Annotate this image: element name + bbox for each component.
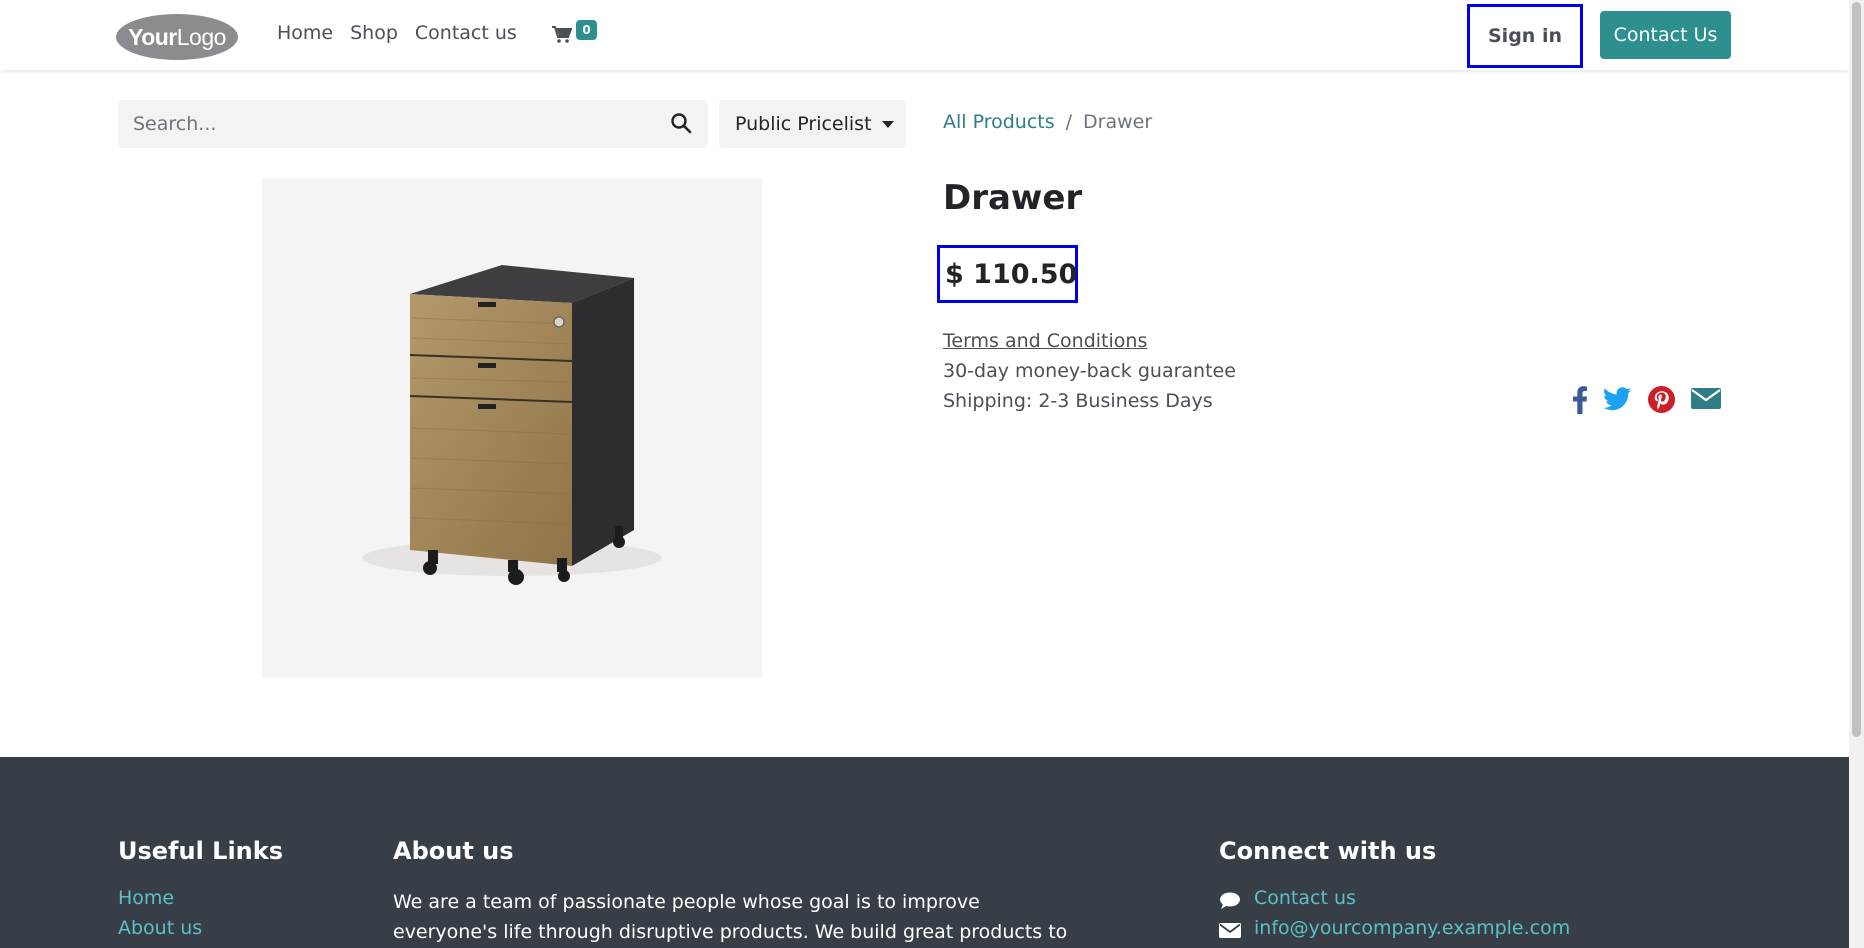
search-input[interactable] <box>118 100 648 148</box>
comment-icon <box>1219 892 1241 914</box>
cart-button[interactable]: 0 <box>552 20 602 50</box>
product-search <box>118 100 708 148</box>
product-title: Drawer <box>943 178 1083 218</box>
breadcrumb-all-products[interactable]: All Products <box>943 111 1055 133</box>
site-footer: Useful Links Home About us About us We a… <box>0 757 1849 948</box>
top-navbar: Your Logo Home Shop Contact us 0 Sign in … <box>0 0 1849 70</box>
terms-and-conditions-link[interactable]: Terms and Conditions <box>943 330 1147 352</box>
scrollbar-thumb[interactable] <box>1852 2 1861 737</box>
contact-us-button[interactable]: Contact Us <box>1600 11 1731 59</box>
nav-shop[interactable]: Shop <box>350 22 398 44</box>
search-icon[interactable] <box>670 112 694 136</box>
footer-about-line-2: everyone's life through disruptive produ… <box>393 921 1068 943</box>
site-logo[interactable]: Your Logo <box>116 14 238 60</box>
nav-home[interactable]: Home <box>277 22 333 44</box>
shipping-text: Shipping: 2-3 Business Days <box>943 390 1213 412</box>
envelope-icon <box>1219 922 1241 943</box>
sign-in-button[interactable]: Sign in <box>1467 4 1583 68</box>
guarantee-text: 30-day money-back guarantee <box>943 360 1236 382</box>
logo-text-light: Logo <box>176 23 227 50</box>
footer-about-line-1: We are a team of passionate people whose… <box>393 891 980 913</box>
email-icon[interactable] <box>1691 386 1721 414</box>
footer-about-heading: About us <box>393 837 514 865</box>
footer-link-home[interactable]: Home <box>118 887 174 909</box>
nav-contact-us[interactable]: Contact us <box>415 22 517 44</box>
page-scrollbar[interactable] <box>1849 0 1864 948</box>
footer-email-link[interactable]: info@yourcompany.example.com <box>1254 917 1570 939</box>
footer-contact-us-link[interactable]: Contact us <box>1254 887 1356 909</box>
breadcrumb-separator: / <box>1065 111 1073 133</box>
caret-down-icon <box>881 120 894 128</box>
footer-link-about-us[interactable]: About us <box>118 917 202 939</box>
product-image[interactable] <box>262 178 762 678</box>
shopping-cart-icon <box>552 26 572 43</box>
pricelist-selected: Public Pricelist <box>735 113 872 135</box>
logo-text-bold: Your <box>128 23 177 50</box>
footer-connect-heading: Connect with us <box>1219 837 1437 865</box>
social-share <box>1572 386 1737 414</box>
cart-count-badge: 0 <box>576 20 597 40</box>
main-nav: Home Shop Contact us <box>277 22 534 44</box>
product-price: $ 110.50 <box>937 245 1078 303</box>
facebook-icon[interactable] <box>1572 386 1588 414</box>
breadcrumb: All Products / Drawer <box>943 111 1152 133</box>
footer-useful-links-heading: Useful Links <box>118 837 284 865</box>
footer-about-text: We are a team of passionate people whose… <box>393 887 1093 947</box>
drawer-cabinet-illustration <box>362 265 662 585</box>
twitter-icon[interactable] <box>1603 386 1632 414</box>
breadcrumb-current: Drawer <box>1083 111 1153 133</box>
pinterest-icon[interactable] <box>1648 386 1675 414</box>
pricelist-dropdown[interactable]: Public Pricelist <box>719 100 906 148</box>
